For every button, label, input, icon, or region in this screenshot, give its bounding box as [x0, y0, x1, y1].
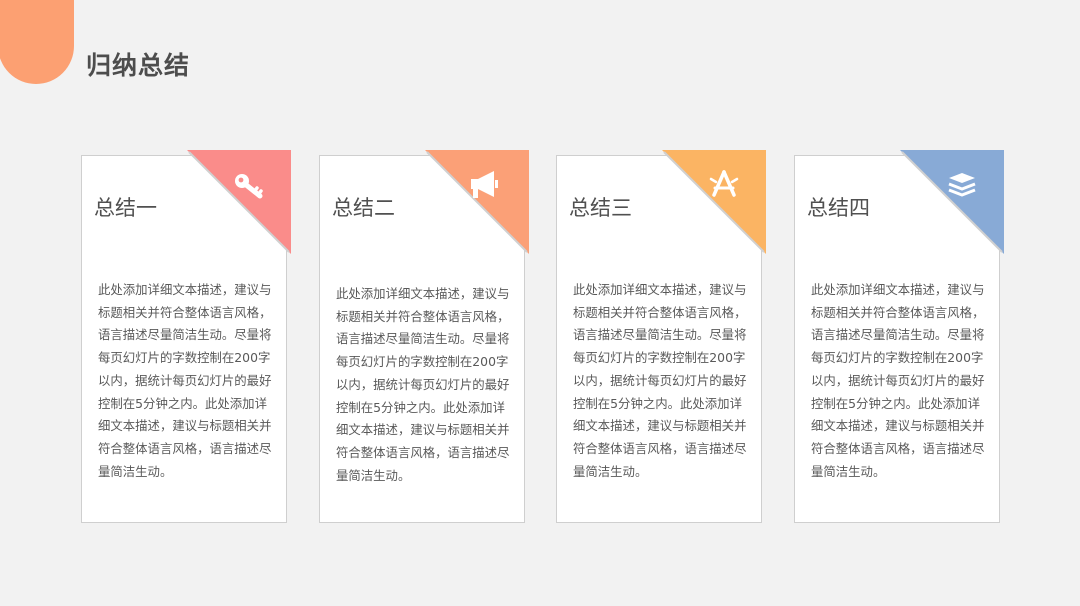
- card-title: 总结一: [94, 196, 157, 220]
- summary-card-4: 总结四 此处添加详细文本描述，建议与标题相关并符合整体语言风格，语言描述尽量简洁…: [794, 150, 1004, 523]
- summary-card-3: 总结三 此处添加详细文本描述，建议与标题相关并符合整体语言风格，语言描述尽量简洁…: [556, 150, 766, 523]
- card-body-text: 此处添加详细文本描述，建议与标题相关并符合整体语言风格，语言描述尽量简洁生动。尽…: [573, 282, 747, 479]
- megaphone-icon: [468, 168, 502, 202]
- app-store-icon: [707, 167, 741, 201]
- layers-icon: [945, 168, 979, 202]
- summary-card-1: 总结一 此处添加详细文本描述，建议与标题相关并符合整体语言风格，语言描述尽量简洁…: [81, 150, 291, 523]
- card-body-text: 此处添加详细文本描述，建议与标题相关并符合整体语言风格，语言描述尽量简洁生动。尽…: [98, 282, 272, 479]
- summary-card-2: 总结二 此处添加详细文本描述，建议与标题相关并符合整体语言风格，语言描述尽量简洁…: [319, 150, 529, 523]
- card-title: 总结三: [569, 196, 632, 220]
- page-title: 归纳总结: [86, 51, 191, 80]
- card-title: 总结二: [332, 196, 395, 220]
- card-body-text: 此处添加详细文本描述，建议与标题相关并符合整体语言风格，语言描述尽量简洁生动。尽…: [811, 282, 985, 479]
- corner-decoration: [0, 0, 74, 84]
- key-icon: [232, 169, 266, 203]
- card-body-text: 此处添加详细文本描述，建议与标题相关并符合整体语言风格，语言描述尽量简洁生动。尽…: [336, 286, 510, 483]
- card-title: 总结四: [807, 196, 870, 220]
- card-corner-fold: [662, 150, 766, 254]
